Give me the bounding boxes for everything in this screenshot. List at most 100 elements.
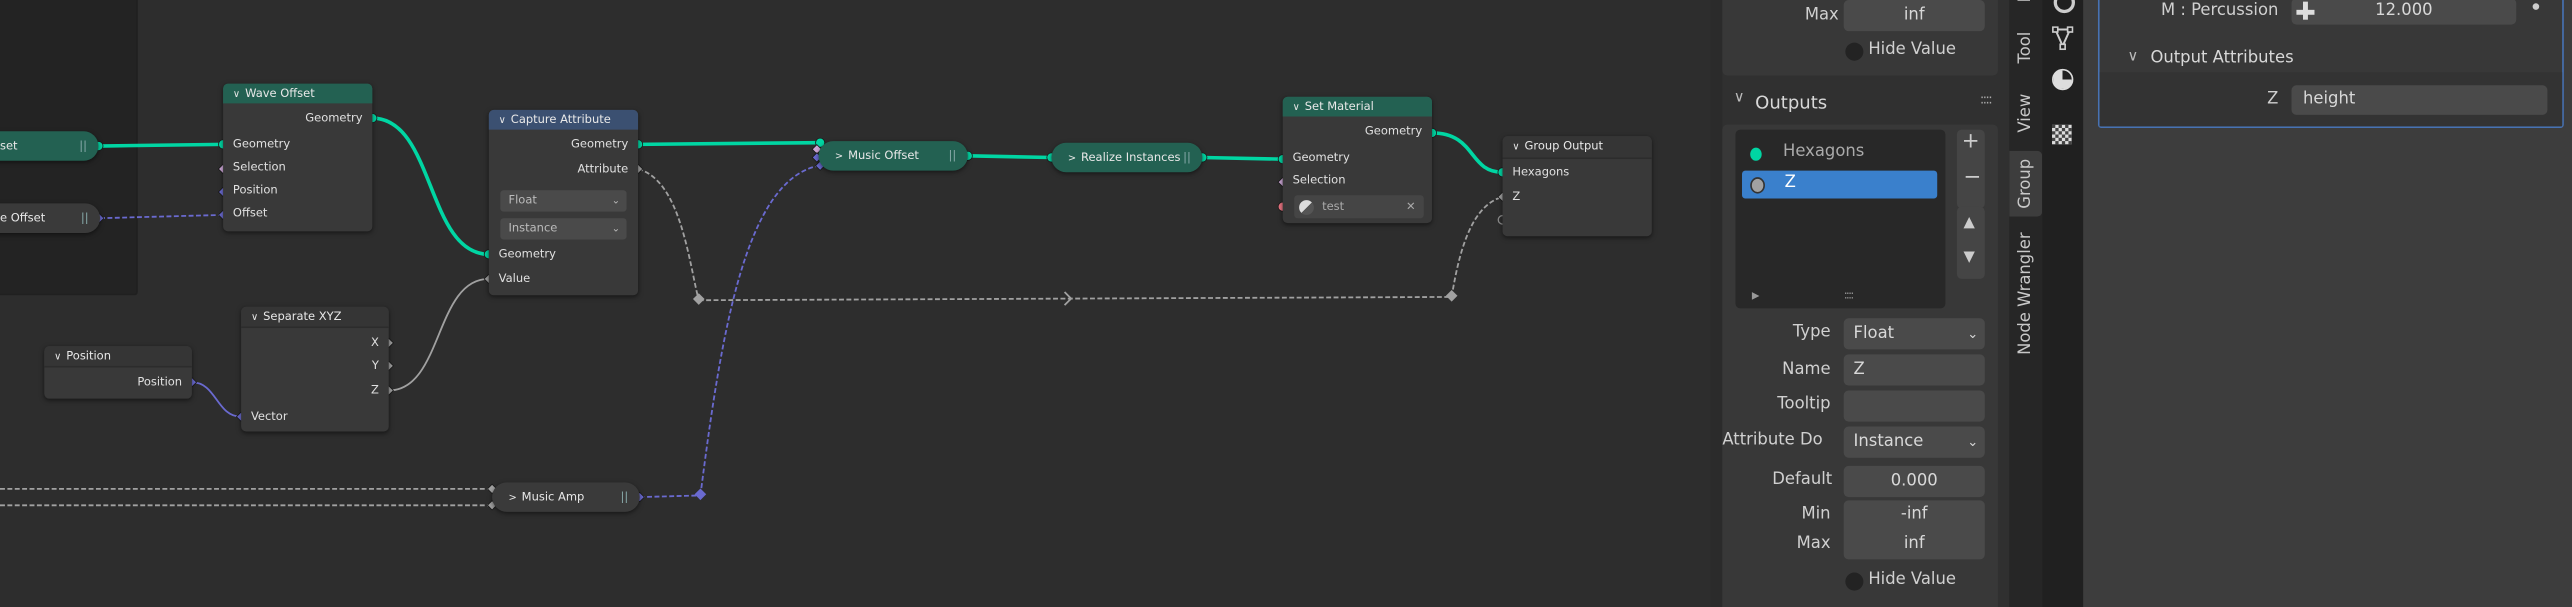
domain-dropdown[interactable]: Instance ⌄ [500,218,627,240]
move-down-icon[interactable]: ▼ [1963,249,1974,265]
max-field[interactable]: inf [1843,0,1985,32]
texture-icon[interactable] [2052,124,2072,145]
tab-tool[interactable]: Tool [2009,26,2042,69]
link-vector [100,214,224,220]
percussion-value: 12.000 [2375,1,2433,20]
grip-icon: || [1183,150,1191,165]
grip-icon: || [79,139,87,153]
reroute-point [694,488,707,501]
node-wave-offset[interactable]: ∨ Wave Offset Geometry Geometry Selection… [223,83,373,232]
node-capture-attribute[interactable]: ∨ Capture Attribute Geometry Attribute Fl… [488,109,639,296]
socket-label: X [371,336,379,350]
output-attributes-header[interactable]: ∨ Output Attributes [2100,43,2563,73]
data-type-dropdown[interactable]: Float ⌄ [500,190,627,212]
move-up-icon[interactable]: ▲ [1963,215,1974,231]
node-music-amp[interactable]: > Music Amp || [492,482,640,512]
socket-label: Z [371,383,379,398]
node-title: Position [66,349,112,363]
socket-label: Geometry [1292,150,1350,165]
physics-target-icon[interactable] [2053,0,2075,14]
reroute-point [692,293,705,305]
close-icon[interactable]: ✕ [1406,195,1416,218]
material-field[interactable]: test ✕ [1294,195,1424,219]
socket-label: Position [137,375,183,389]
node-title: Set Material [1304,100,1374,114]
z-attribute-field[interactable]: height [2291,85,2548,115]
tooltip-field[interactable] [1843,390,1985,422]
list-item-selected[interactable]: Z [1742,170,1938,199]
node-header[interactable]: ∨ Position [44,346,192,368]
sidebar-tabs: I Tool View Group Node Wrangler [2009,0,2043,607]
node-header[interactable]: ∨ Group Output [1502,136,1652,160]
node-header[interactable]: ∨ Capture Attribute [488,109,639,132]
add-icon[interactable]: + [1962,130,1980,155]
chevron-down-icon[interactable]: ∨ [54,348,61,368]
expand-triangle-icon[interactable]: ▶ [1752,290,1760,301]
chevron-right-icon[interactable]: > [835,151,843,162]
type-dropdown[interactable]: Float ⌄ [1843,318,1985,350]
node-separate-xyz[interactable]: ∨ Separate XYZ X Y Z Vector [241,306,389,432]
tab-group[interactable]: Group [2009,150,2043,217]
socket-label: Attribute [577,162,629,176]
percussion-field[interactable]: 12.000 [2291,0,2517,25]
chevron-down-icon: ∨ [1733,90,1745,107]
material-name: test [1322,200,1345,214]
node-realize-instances[interactable]: > Realize Instances || [1051,142,1203,173]
tab-node-wrangler[interactable]: Node Wrangler [2009,230,2042,358]
tab-item[interactable]: I [2009,0,2042,10]
node-header[interactable]: ∨ Wave Offset [223,83,373,105]
inputs-settings-box: Max inf Hide Value [1722,0,1998,76]
node-group-output[interactable]: ∨ Group Output Hexagons Z [1502,136,1652,237]
resize-handle-icon[interactable]: :::: [1844,289,1855,302]
chevron-down-icon[interactable]: ∨ [251,308,258,328]
hide-value-checkbox[interactable] [1845,572,1864,591]
chevron-right-icon[interactable]: > [508,492,516,503]
list-add-remove: + − [1956,129,1985,209]
link-vector [639,494,701,498]
vertex-data-icon[interactable] [2052,26,2074,51]
chevron-down-icon[interactable]: ∨ [233,85,240,105]
drag-handle-icon[interactable]: :::: [1980,92,1993,107]
chevron-down-icon: ⌄ [611,223,621,235]
node-title: e Offset [0,211,46,225]
list-item-label: Z [1784,173,1796,192]
min-field[interactable]: -inf [1844,500,1985,530]
node-title: Group Output [1524,139,1604,153]
node-wave-offset-group-partial[interactable]: set || [0,131,99,161]
name-label: Name [1782,360,1831,379]
node-header[interactable]: ∨ Set Material [1282,96,1432,118]
dropdown-value: Instance [508,221,558,235]
remove-icon[interactable]: − [1963,166,1981,191]
socket-label: Z [1512,190,1521,204]
type-value: Float [1853,324,1895,343]
outputs-panel-header[interactable]: ∨ Outputs :::: [1722,87,1998,120]
material-icon[interactable] [2052,68,2074,91]
list-item[interactable]: Hexagons [1735,141,1945,167]
chevron-right-icon[interactable]: > [1068,153,1076,164]
keyframe-dot-icon[interactable] [2532,3,2540,10]
min-max-fields: -inf inf [1843,500,1985,560]
hide-value-checkbox[interactable] [1845,42,1864,61]
node-set-material[interactable]: ∨ Set Material Geometry Geometry Selectio… [1282,96,1432,224]
default-field[interactable]: 0.000 [1843,465,1985,498]
node-e-offset-partial[interactable]: e Offset || [0,203,101,233]
node-music-offset[interactable]: > Music Offset || [818,141,968,171]
chevron-down-icon[interactable]: ∨ [1512,138,1519,158]
socket-label: Geometry [232,137,291,151]
link-geometry [372,116,489,257]
chevron-down-icon: ⌄ [1967,326,1979,342]
max-field[interactable]: inf [1844,530,1985,560]
name-field[interactable]: Z [1843,354,1985,386]
outputs-title: Outputs [1755,91,1828,114]
chevron-down-icon[interactable]: ∨ [499,112,506,132]
modifier-panel: M : Percussion 12.000 ∨ Output Attribute… [2097,0,2564,128]
chevron-down-icon[interactable]: ∨ [1293,98,1300,118]
link-geometry [638,140,819,147]
node-title: set [0,139,18,153]
hide-value-label: Hide Value [1868,41,1956,60]
tab-view[interactable]: View [2009,90,2042,134]
attribute-domain-dropdown[interactable]: Instance ⌄ [1843,426,1985,458]
node-header[interactable]: ∨ Separate XYZ [241,306,389,329]
node-position[interactable]: ∨ Position Position [44,346,192,399]
attribute-toggle-icon[interactable] [2296,1,2315,20]
